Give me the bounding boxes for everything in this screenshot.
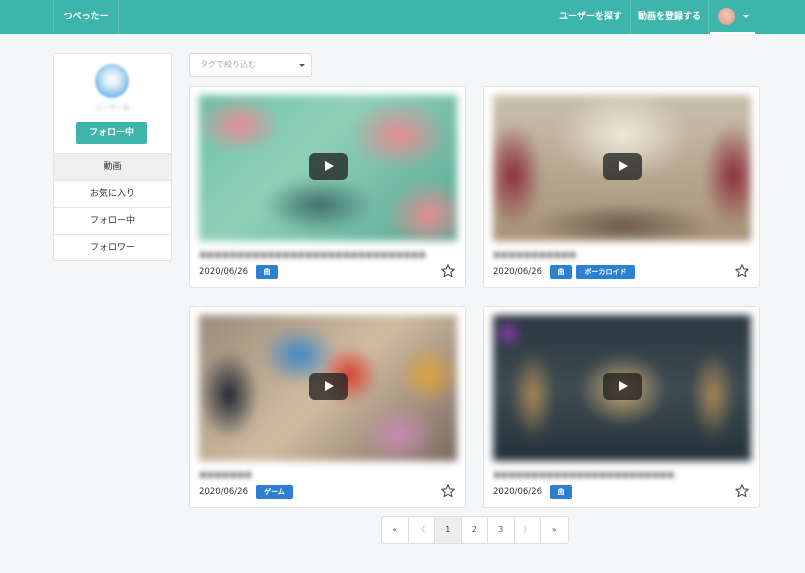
play-icon[interactable]: [309, 153, 348, 180]
top-navbar: つべったー ユーザーを探す 動画を登録する: [0, 0, 805, 34]
tag-badge[interactable]: 曲: [550, 485, 572, 499]
brand-logo-link[interactable]: つべったー: [53, 0, 119, 34]
sidebar-menu: 動画 お気に入り フォロー中 フォロワー: [54, 153, 171, 261]
video-card: ■■■■■■■■■■■■■■■■■■■■■■■■ 2020/06/26 曲: [483, 306, 760, 508]
follow-button[interactable]: フォロー中: [76, 122, 147, 144]
video-date: 2020/06/26: [493, 487, 542, 497]
profile-avatar: [95, 64, 129, 98]
video-title-blurred[interactable]: ■■■■■■■■■■■■■■■■■■■■■■■■■■■■■■: [199, 250, 426, 259]
pagination: « 〈 1 2 3 〉 »: [381, 516, 569, 544]
pagination-page-1[interactable]: 1: [435, 517, 462, 543]
caret-down-icon: [743, 15, 749, 18]
video-date: 2020/06/26: [199, 267, 248, 277]
video-card: ■■■■■■■ 2020/06/26 ゲーム: [189, 306, 466, 508]
video-card: ■■■■■■■■■■■ 2020/06/26 曲 ボーカロイド: [483, 86, 760, 288]
video-date: 2020/06/26: [199, 487, 248, 497]
pagination-last[interactable]: »: [541, 517, 568, 543]
tag-badge[interactable]: ボーカロイド: [576, 265, 635, 279]
sidebar-item-videos[interactable]: 動画: [54, 153, 171, 180]
caret-down-icon: [299, 64, 305, 67]
tag-filter-select[interactable]: タグで絞り込む: [189, 53, 312, 77]
favorite-star-icon[interactable]: [440, 483, 456, 499]
favorite-star-icon[interactable]: [734, 483, 750, 499]
profile-name-blurred: ユーザー名: [95, 104, 130, 112]
video-title-blurred[interactable]: ■■■■■■■■■■■: [493, 250, 576, 259]
tag-filter-placeholder: タグで絞り込む: [200, 60, 256, 69]
pagination-page-2[interactable]: 2: [462, 517, 488, 543]
pagination-page-3[interactable]: 3: [488, 517, 515, 543]
pagination-first[interactable]: «: [382, 517, 409, 543]
sidebar-item-favorites[interactable]: お気に入り: [54, 180, 171, 207]
profile-sidebar: ユーザー名 フォロー中 動画 お気に入り フォロー中 フォロワー: [53, 53, 172, 261]
user-avatar: [718, 8, 735, 25]
sidebar-item-following[interactable]: フォロー中: [54, 207, 171, 234]
play-icon[interactable]: [603, 373, 642, 400]
favorite-star-icon[interactable]: [440, 263, 456, 279]
tag-badge[interactable]: ゲーム: [256, 485, 293, 499]
user-menu-dropdown[interactable]: [710, 0, 755, 34]
video-title-blurred[interactable]: ■■■■■■■: [199, 470, 252, 479]
tag-badge[interactable]: 曲: [256, 265, 278, 279]
video-card: ■■■■■■■■■■■■■■■■■■■■■■■■■■■■■■ 2020/06/2…: [189, 86, 466, 288]
video-title-blurred[interactable]: ■■■■■■■■■■■■■■■■■■■■■■■■: [493, 470, 674, 479]
play-icon[interactable]: [603, 153, 642, 180]
register-video-link[interactable]: 動画を登録する: [631, 0, 709, 34]
pagination-next[interactable]: 〉: [515, 517, 541, 543]
find-users-link[interactable]: ユーザーを探す: [551, 0, 631, 34]
favorite-star-icon[interactable]: [734, 263, 750, 279]
tag-badge[interactable]: 曲: [550, 265, 572, 279]
play-icon[interactable]: [309, 373, 348, 400]
sidebar-item-followers[interactable]: フォロワー: [54, 234, 171, 261]
pagination-prev[interactable]: 〈: [409, 517, 435, 543]
video-date: 2020/06/26: [493, 267, 542, 277]
